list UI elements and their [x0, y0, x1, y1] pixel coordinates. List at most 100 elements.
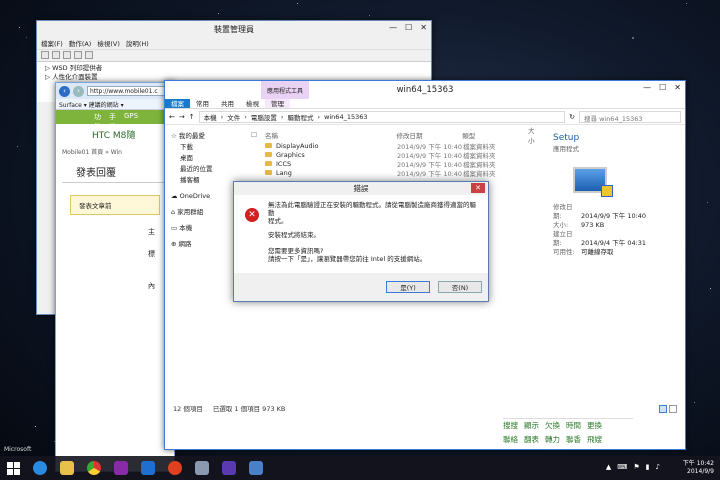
large-icons-view-icon[interactable] — [669, 405, 677, 413]
ime-candidate[interactable]: 欠換 — [545, 419, 560, 433]
ime-candidate[interactable]: 聯香 — [566, 433, 581, 447]
menu-help[interactable]: 說明(H) — [126, 38, 149, 48]
detail-row: 可用性: 可離線存取 — [553, 248, 614, 256]
refresh-icon[interactable]: ↻ — [569, 113, 575, 121]
nav-downloads[interactable]: 下載 — [171, 142, 241, 153]
nav-podcasts[interactable]: 播客櫃 — [171, 175, 241, 186]
back-button[interactable]: ‹ — [59, 85, 70, 97]
star — [710, 288, 711, 289]
close-button[interactable]: ✕ — [674, 83, 681, 92]
onenote-icon[interactable] — [108, 457, 134, 479]
back-icon[interactable]: ← — [169, 113, 175, 121]
address-bar[interactable]: 本機 › 文件 › 電腦設置 › 驅動程式 › win64_15363 — [198, 110, 566, 123]
nav-favorites[interactable]: ☆ 我的最愛 — [171, 131, 241, 142]
post-title: 發表回覆 — [62, 164, 168, 183]
post-button[interactable]: 發表文章前 — [70, 195, 160, 215]
nav-recent[interactable]: 最近的位置 — [171, 164, 241, 175]
star — [218, 13, 219, 14]
forward-icon[interactable] — [52, 51, 60, 59]
keyboard-icon[interactable]: ⌨ — [617, 463, 627, 471]
ime-candidate[interactable]: 顯示 — [524, 419, 539, 433]
ime-candidate[interactable]: 時間 — [566, 419, 581, 433]
details-view-icon[interactable] — [659, 405, 667, 413]
status-selected: 已選取 1 個項目 973 KB — [212, 405, 286, 413]
search-input[interactable]: 搜尋 win64_15363 — [579, 110, 681, 123]
star — [19, 27, 20, 28]
ime-candidate[interactable]: 轉力 — [545, 433, 560, 447]
ime-candidate[interactable]: 搜搜 — [503, 419, 518, 433]
device-manager-icon[interactable] — [189, 457, 215, 479]
file-row[interactable]: DisplayAudio 2014/9/9 下午 10:40 檔案資料夾 — [251, 141, 541, 151]
up-icon[interactable]: ↑ — [189, 113, 195, 121]
setup-icon — [573, 167, 613, 197]
scan-icon[interactable] — [85, 51, 93, 59]
onedrive-icon[interactable] — [135, 457, 161, 479]
site-tab[interactable]: GPS — [124, 112, 138, 122]
settings-gear-icon[interactable] — [216, 457, 242, 479]
internet-explorer-icon[interactable] — [27, 457, 53, 479]
minimize-button[interactable]: — — [389, 23, 397, 32]
site-tab[interactable]: 功能 — [94, 112, 101, 131]
start-button[interactable] — [0, 457, 26, 479]
tab-share[interactable]: 共用 — [215, 99, 240, 108]
nav-desktop[interactable]: 桌面 — [171, 153, 241, 164]
chevron-up-icon[interactable]: ▲ — [606, 463, 611, 471]
col-size[interactable]: 大小 — [528, 125, 541, 145]
tab-view[interactable]: 檢視 — [240, 99, 265, 108]
properties-icon[interactable] — [63, 51, 71, 59]
music-icon[interactable] — [162, 457, 188, 479]
menu-action[interactable]: 動作(A) — [69, 38, 92, 48]
setup-taskbar-icon[interactable] — [243, 457, 269, 479]
nav-this-pc[interactable]: ▭ 本機 — [171, 223, 241, 234]
view-toggle — [659, 405, 677, 413]
tab-home[interactable]: 常用 — [190, 99, 215, 108]
close-button[interactable]: ✕ — [471, 183, 485, 193]
tree-item[interactable]: ▷ WSD 列印提供者 — [45, 64, 423, 73]
file-row[interactable]: Lang 2014/9/9 下午 10:40 檔案資料夾 — [251, 168, 541, 178]
clock-date: 2014/9/9 — [687, 468, 714, 475]
menu-view[interactable]: 檢視(V) — [97, 38, 120, 48]
chrome-icon[interactable] — [81, 457, 107, 479]
ribbon-tabs: 檔案 常用 共用 檢視 管理 — [165, 99, 685, 109]
col-date[interactable]: 修改日期 — [397, 130, 463, 140]
nav-network[interactable]: ⊕ 網路 — [171, 239, 241, 250]
maximize-button[interactable]: ☐ — [659, 83, 666, 92]
minimize-button[interactable]: — — [643, 83, 651, 92]
forward-button[interactable]: › — [73, 85, 84, 97]
tab-file[interactable]: 檔案 — [165, 99, 190, 108]
field-label: 主 — [148, 228, 155, 236]
col-name[interactable]: 名稱 — [265, 130, 397, 140]
yes-button[interactable]: 是(Y) — [386, 281, 430, 293]
nav-homegroup[interactable]: ⌂ 家用群組 — [171, 207, 241, 218]
breadcrumb[interactable]: Mobile01 首頁 » Win — [62, 147, 168, 156]
maximize-button[interactable]: ☐ — [405, 23, 412, 32]
network-icon[interactable]: ▮ — [646, 463, 650, 471]
select-all-checkbox[interactable]: ☐ — [251, 131, 265, 139]
address-bar[interactable]: http://www.mobile01.c — [87, 86, 171, 96]
file-row[interactable]: ICCS 2014/9/9 下午 10:40 檔案資料夾 — [251, 159, 541, 169]
no-button[interactable]: 否(N) — [438, 281, 482, 293]
help-icon[interactable] — [74, 51, 82, 59]
ime-candidate[interactable]: 飛嫂 — [587, 433, 602, 447]
file-explorer-icon[interactable] — [54, 457, 80, 479]
col-type[interactable]: 類型 — [462, 130, 528, 140]
ime-candidate[interactable]: 聯絡 — [503, 433, 518, 447]
explorer-titlebar: 應用程式工具 win64_15363 — ☐ ✕ — [165, 81, 685, 99]
site-tab[interactable]: 手機 — [109, 112, 116, 131]
ime-candidate[interactable]: 更換 — [587, 419, 602, 433]
device-manager-menubar: 檔案(F) 動作(A) 檢視(V) 說明(H) — [37, 37, 431, 50]
back-icon[interactable] — [41, 51, 49, 59]
file-row[interactable]: Graphics 2014/9/9 下午 10:40 檔案資料夾 — [251, 150, 541, 160]
volume-icon[interactable]: ♪ — [656, 463, 660, 471]
menu-file[interactable]: 檔案(F) — [41, 38, 63, 48]
system-tray: ▲ ⌨ ⚑ ▮ ♪ — [606, 463, 660, 471]
tab-manage[interactable]: 管理 — [265, 99, 290, 108]
ime-candidate[interactable]: 翻表 — [524, 433, 539, 447]
forward-icon[interactable]: → — [179, 113, 185, 121]
flag-icon[interactable]: ⚑ — [633, 463, 639, 471]
favorites-bar[interactable]: Surface ▾ 建議的網站 ▾ — [56, 99, 174, 110]
close-button[interactable]: ✕ — [420, 23, 427, 32]
nav-onedrive[interactable]: ☁ OneDrive — [171, 191, 241, 202]
detail-row: 建立日期: 2014/9/4 下午 04:31 — [553, 230, 647, 247]
clock[interactable]: 下午 10:42 2014/9/9 — [683, 460, 714, 476]
